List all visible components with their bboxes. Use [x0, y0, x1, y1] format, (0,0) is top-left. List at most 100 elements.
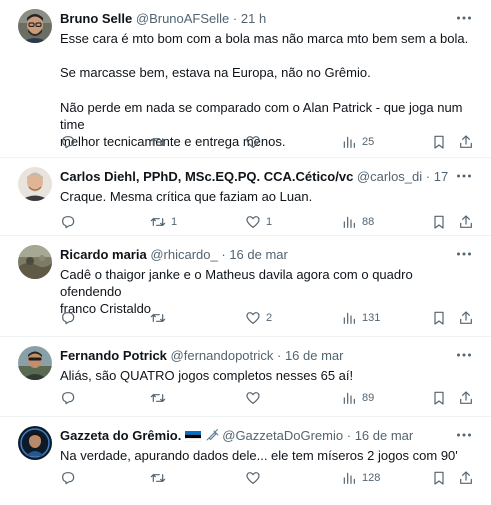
views-button[interactable]: 88 [341, 212, 374, 232]
like-button[interactable] [245, 468, 266, 488]
tweet-card[interactable]: Gazzeta do Grêmio. @GazzetaDoGremio · 16… [0, 417, 491, 505]
views-button[interactable]: 89 [341, 388, 374, 408]
tweet-card[interactable]: Carlos Diehl, PPhD, MSc.EQ.PQ. CCA.Cétic… [0, 158, 491, 236]
reply-button[interactable] [60, 212, 81, 232]
tweet-card[interactable]: Fernando Potrick @fernandopotrick · 16 d… [0, 337, 491, 417]
bookmark-icon [434, 215, 444, 229]
retweet-button[interactable] [150, 468, 171, 488]
timestamp[interactable]: 16 de mar [229, 247, 288, 262]
bookmark-icon [434, 471, 444, 485]
tweet-header: Ricardo maria @rhicardo_ · 16 de mar [60, 246, 451, 264]
share-icon [460, 391, 472, 404]
timestamp[interactable]: 21 h [241, 11, 266, 26]
view-count: 89 [362, 392, 375, 404]
author-handle[interactable]: @BrunoAFSelle [136, 11, 229, 26]
author-handle[interactable]: @GazzetaDoGremio [222, 428, 343, 443]
bookmark-button[interactable] [431, 132, 447, 152]
tweet-text: Craque. Mesma crítica que faziam ao Luan… [60, 188, 470, 205]
like-icon [246, 392, 260, 404]
like-button[interactable]: 2 [245, 308, 272, 328]
share-button[interactable] [458, 388, 474, 408]
author-handle[interactable]: @fernandopotrick [171, 348, 274, 363]
like-icon [246, 216, 260, 228]
separator-dot: · [276, 348, 282, 363]
tweet-line: Cadê o thaigor janke e o Matheus davila … [60, 267, 413, 300]
reply-icon [62, 216, 75, 229]
tweet-card[interactable]: Bruno Selle @BrunoAFSelle · 21 h Esse ca… [0, 0, 491, 158]
retweet-icon [150, 394, 166, 402]
retweet-button[interactable] [150, 308, 171, 328]
bookmark-button[interactable] [431, 468, 447, 488]
reply-feed: Bruno Selle @BrunoAFSelle · 21 h Esse ca… [0, 0, 491, 505]
views-button[interactable]: 128 [341, 468, 380, 488]
author-handle[interactable]: @rhicardo_ [150, 247, 217, 262]
action-bar: 25 [60, 132, 479, 152]
more-options-icon[interactable] [455, 346, 473, 364]
view-count: 128 [362, 472, 381, 484]
bookmark-button[interactable] [431, 388, 447, 408]
separator-dot: · [346, 428, 352, 443]
avatar[interactable] [18, 346, 52, 380]
tweet-line: Não perde em nada se comparado com o Ala… [60, 99, 463, 132]
like-icon [246, 472, 260, 484]
tweet-text: Na verdade, apurando dados dele... ele t… [60, 447, 470, 464]
reply-button[interactable] [60, 132, 81, 152]
timestamp[interactable]: 16 de mar [355, 428, 414, 443]
retweet-count: 1 [171, 216, 178, 228]
more-options-icon[interactable] [455, 426, 473, 444]
avatar[interactable] [18, 9, 52, 43]
bookmark-button[interactable] [431, 212, 447, 232]
views-icon [343, 216, 355, 228]
reply-icon [62, 472, 75, 485]
reply-button[interactable] [60, 388, 81, 408]
separator-dot: · [425, 169, 431, 184]
tweet-line [60, 82, 470, 99]
more-options-icon[interactable] [455, 245, 473, 263]
more-options-icon[interactable] [455, 167, 473, 185]
syringe-icon [206, 429, 219, 441]
author-name[interactable]: Gazzeta do Grêmio. [60, 428, 181, 443]
author-handle[interactable]: @carlos_di [357, 169, 422, 184]
retweet-icon [150, 314, 166, 322]
author-name[interactable]: Fernando Potrick [60, 348, 167, 363]
retweet-button[interactable]: 1 [150, 212, 177, 232]
author-name[interactable]: Bruno Selle [60, 11, 132, 26]
author-name[interactable]: Carlos Diehl, PPhD, MSc.EQ.PQ. CCA.Cétic… [60, 169, 353, 184]
share-button[interactable] [458, 308, 474, 328]
view-count: 25 [362, 136, 375, 148]
like-button[interactable] [245, 388, 266, 408]
share-button[interactable] [458, 468, 474, 488]
share-icon [460, 311, 472, 324]
views-button[interactable]: 131 [341, 308, 380, 328]
like-button[interactable] [245, 132, 266, 152]
separator-dot: · [232, 11, 238, 26]
share-button[interactable] [458, 132, 474, 152]
timestamp[interactable]: 17 de mar [434, 169, 451, 184]
timestamp[interactable]: 16 de mar [285, 348, 344, 363]
like-button[interactable]: 1 [245, 212, 272, 232]
like-icon [246, 312, 260, 324]
tweet-card[interactable]: Ricardo maria @rhicardo_ · 16 de mar Cad… [0, 236, 491, 337]
retweet-button[interactable] [150, 132, 171, 152]
tweet-line: Na verdade, apurando dados dele... ele t… [60, 448, 458, 463]
tweet-header: Fernando Potrick @fernandopotrick · 16 d… [60, 347, 451, 365]
tweet-text: Aliás, são QUATRO jogos completos nesses… [60, 367, 470, 384]
avatar[interactable] [18, 167, 52, 201]
view-count: 131 [362, 312, 381, 324]
share-button[interactable] [458, 212, 474, 232]
author-name[interactable]: Ricardo maria [60, 247, 147, 262]
retweet-button[interactable] [150, 388, 171, 408]
views-button[interactable]: 25 [341, 132, 374, 152]
bookmark-icon [434, 311, 444, 325]
retweet-icon [150, 218, 166, 226]
reply-button[interactable] [60, 468, 81, 488]
views-icon [343, 136, 355, 148]
more-options-icon[interactable] [455, 9, 473, 27]
reply-button[interactable] [60, 308, 81, 328]
avatar[interactable] [18, 426, 52, 460]
tweet-header: Bruno Selle @BrunoAFSelle · 21 h [60, 10, 451, 28]
bookmark-button[interactable] [431, 308, 447, 328]
avatar[interactable] [18, 245, 52, 279]
tweet-line [60, 47, 470, 64]
reply-icon [62, 136, 75, 149]
